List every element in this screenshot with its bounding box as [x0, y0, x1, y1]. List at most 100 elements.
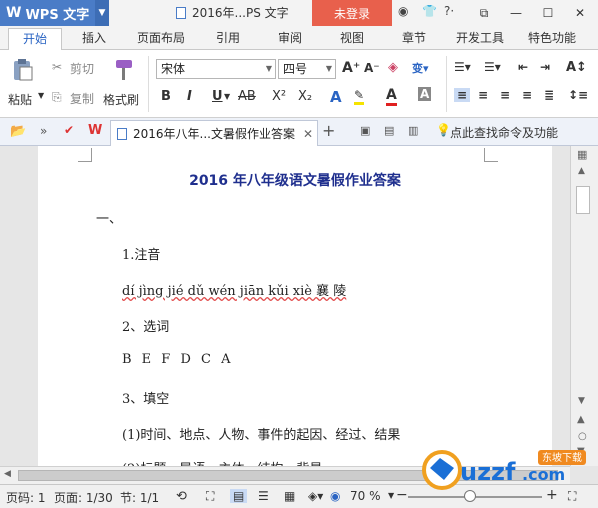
pin-icon[interactable]: ✔: [64, 123, 74, 137]
document-page[interactable]: 2016 年八年级语文暑假作业答案 一、 1.注音 dí jìng jié dǔ…: [38, 146, 552, 466]
grow-font-icon[interactable]: A⁺: [342, 60, 360, 76]
cut-icon[interactable]: ✂: [52, 60, 62, 74]
tab-chapter[interactable]: 章节: [402, 29, 426, 46]
crop-mark: [484, 148, 498, 162]
open-folder-icon[interactable]: 📂: [10, 124, 26, 139]
bullet-list-icon[interactable]: ☰▾: [454, 60, 471, 74]
tab-developer[interactable]: 开发工具: [456, 29, 504, 46]
new-tab-icon[interactable]: +: [322, 121, 335, 140]
minimize-button[interactable]: —: [500, 0, 532, 26]
scroll-thumb[interactable]: [576, 186, 590, 214]
document-tab[interactable]: 2016年八年...文暑假作业答案 ✕: [110, 120, 318, 146]
pinyin-icon[interactable]: 变▾: [412, 60, 429, 76]
document-tab-bar: 📂 » ✔ W 2016年八年...文暑假作业答案 ✕ + ▣ ▤ ▥ 💡 点此…: [0, 118, 598, 146]
app-menu-button[interactable]: W WPS 文字: [0, 0, 95, 26]
wps-logo-icon: W: [6, 5, 22, 21]
tab-view[interactable]: 视图: [340, 29, 364, 46]
tab-page-layout[interactable]: 页面布局: [137, 29, 185, 46]
close-tab-icon[interactable]: ✕: [303, 127, 313, 141]
distributed-align-icon[interactable]: ≣: [544, 88, 554, 102]
increase-indent-icon[interactable]: ⇥: [540, 60, 550, 74]
restore-icon[interactable]: ⧉: [468, 0, 500, 26]
underline-dropdown-icon[interactable]: ▼: [224, 92, 230, 101]
justify-icon[interactable]: ≡: [522, 88, 532, 102]
char-shading-icon[interactable]: A: [418, 87, 432, 101]
outline-view-icon[interactable]: ☰: [258, 489, 269, 503]
doc-line: (2)标题、导语、主体、结构、背景: [122, 458, 322, 466]
tab-list-icon[interactable]: ▣: [360, 124, 370, 137]
tab-features[interactable]: 特色功能: [528, 29, 576, 46]
text-effect-icon[interactable]: A: [330, 88, 342, 106]
tab-home[interactable]: 开始: [8, 28, 62, 50]
font-color-icon[interactable]: A: [386, 87, 397, 106]
strikethrough-button[interactable]: AB: [238, 89, 256, 104]
underline-button[interactable]: U: [212, 89, 223, 104]
tab-review[interactable]: 审阅: [278, 29, 302, 46]
skin-icon[interactable]: ◉: [398, 4, 408, 18]
scroll-down-icon[interactable]: ▼: [578, 396, 585, 406]
zoom-dropdown-icon[interactable]: ▼: [388, 491, 394, 500]
vertical-scrollbar[interactable]: ▦ ▲ ▼ ▲ ○ ▼: [570, 146, 598, 466]
tab-close-all-icon[interactable]: ▥: [408, 124, 418, 137]
paste-icon[interactable]: [10, 58, 36, 82]
format-painter-button[interactable]: 格式刷: [103, 91, 139, 108]
chevron-right-icon[interactable]: »: [40, 124, 47, 138]
line-spacing-icon[interactable]: ↕≡: [568, 88, 588, 102]
cut-button[interactable]: 剪切: [70, 60, 94, 77]
window-controls: ⧉ — ☐ ✕: [468, 0, 596, 26]
tab-cascade-icon[interactable]: ▤: [384, 124, 394, 137]
document-heading: 2016 年八年级语文暑假作业答案: [189, 173, 401, 189]
browse-object-icon[interactable]: ○: [578, 431, 587, 442]
shrink-font-icon[interactable]: A⁻: [364, 61, 380, 75]
copy-button[interactable]: 复制: [70, 90, 94, 107]
copy-icon[interactable]: ⎘: [52, 90, 62, 105]
history-icon[interactable]: ⟲: [176, 489, 187, 504]
zoom-value[interactable]: 70 %: [350, 489, 381, 503]
doc-line: 2、选词: [122, 320, 170, 335]
text-direction-icon[interactable]: A↕: [566, 60, 587, 75]
bold-button[interactable]: B: [161, 89, 171, 104]
subscript-button[interactable]: X₂: [298, 89, 312, 104]
numbered-list-icon[interactable]: ☰▾: [484, 60, 501, 74]
highlight-icon[interactable]: ✎: [354, 88, 365, 105]
decrease-indent-icon[interactable]: ⇤: [518, 60, 528, 74]
scroll-left-icon[interactable]: ◀: [4, 469, 11, 479]
font-name-select[interactable]: 宋体 ▼: [156, 59, 276, 79]
align-right-icon[interactable]: ≡: [500, 88, 510, 102]
doc-line: dí jìng jié dǔ wén jiān kǔi xiè 襄 陵: [122, 284, 347, 299]
scroll-up-icon[interactable]: ▲: [578, 166, 585, 176]
svg-text:uzzf: uzzf: [460, 458, 516, 486]
web-view-icon[interactable]: ▦: [284, 489, 295, 503]
page-view-icon[interactable]: ▤: [230, 489, 248, 503]
command-search-hint[interactable]: 点此查找命令及功能: [450, 124, 558, 141]
clear-format-icon[interactable]: ◈: [388, 60, 398, 75]
document-tab-label: 2016年八年...文暑假作业答案: [133, 127, 295, 141]
format-painter-icon[interactable]: [110, 58, 136, 82]
align-left-icon[interactable]: ≡: [454, 88, 471, 102]
shirt-icon[interactable]: 👕: [422, 4, 437, 18]
close-button[interactable]: ✕: [564, 0, 596, 26]
paste-button[interactable]: 粘贴: [8, 91, 32, 108]
page-view-icon[interactable]: ▦: [577, 148, 587, 161]
font-size-select[interactable]: 四号 ▼: [278, 59, 336, 79]
maximize-button[interactable]: ☐: [532, 0, 564, 26]
fullscreen-icon[interactable]: ⛶: [206, 489, 214, 504]
tab-references[interactable]: 引用: [216, 29, 240, 46]
status-page[interactable]: 页面: 1/30: [54, 489, 113, 506]
paste-dropdown-icon[interactable]: ▼: [38, 91, 44, 100]
tab-insert[interactable]: 插入: [82, 29, 106, 46]
zoom-out-button[interactable]: −: [396, 487, 408, 503]
login-button[interactable]: 未登录: [312, 0, 392, 26]
eye-protect-icon[interactable]: ◉: [330, 489, 340, 503]
align-center-icon[interactable]: ≡: [478, 88, 488, 102]
prev-page-icon[interactable]: ▲: [577, 414, 585, 425]
italic-button[interactable]: I: [187, 89, 192, 104]
app-menu-dropdown-icon[interactable]: ▼: [95, 0, 109, 26]
window-title: 2016年...PS 文字: [176, 4, 289, 21]
wps-home-icon[interactable]: W: [88, 123, 102, 138]
superscript-button[interactable]: X²: [272, 89, 286, 104]
reading-view-icon[interactable]: ◈▾: [308, 489, 323, 503]
app-name: WPS 文字: [25, 7, 90, 23]
doc-line: 3、填空: [122, 392, 170, 407]
help-icon[interactable]: ?·: [444, 4, 454, 18]
